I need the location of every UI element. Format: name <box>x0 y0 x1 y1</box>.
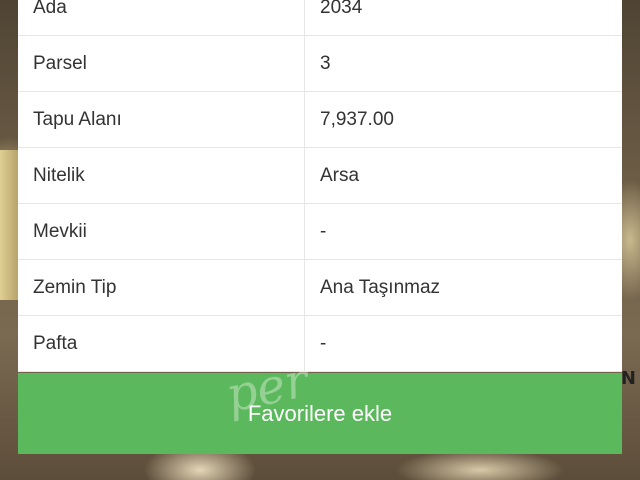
map-parcel-edge <box>0 150 18 300</box>
property-details-sheet: Ada 2034 Parsel 3 Tapu Alanı 7,937.00 Ni… <box>18 0 622 372</box>
detail-label: Nitelik <box>18 148 305 203</box>
detail-label: Parsel <box>18 36 305 91</box>
detail-value: 7,937.00 <box>320 108 394 130</box>
detail-label: Tapu Alanı <box>18 92 305 147</box>
detail-value: 3 <box>320 52 331 74</box>
detail-value: Ana Taşınmaz <box>320 276 441 298</box>
add-to-favorites-button[interactable]: Favorilere ekle <box>18 373 622 454</box>
detail-row-mevkii: Mevkii - <box>18 204 622 260</box>
detail-label: Mevkii <box>18 204 305 259</box>
detail-row-tapu-alani: Tapu Alanı 7,937.00 <box>18 92 622 148</box>
detail-value: 2034 <box>320 0 363 18</box>
detail-value: - <box>320 332 327 354</box>
detail-label: Zemin Tip <box>18 260 305 315</box>
map-label-fragment: N <box>620 368 636 389</box>
detail-label: Ada <box>18 0 305 35</box>
detail-row-nitelik: Nitelik Arsa <box>18 148 622 204</box>
detail-value: Arsa <box>320 164 360 186</box>
detail-row-ada: Ada 2034 <box>18 0 622 36</box>
detail-row-zemin-tip: Zemin Tip Ana Taşınmaz <box>18 260 622 316</box>
detail-row-pafta: Pafta - <box>18 316 622 372</box>
detail-value: - <box>320 220 327 242</box>
detail-row-parsel: Parsel 3 <box>18 36 622 92</box>
